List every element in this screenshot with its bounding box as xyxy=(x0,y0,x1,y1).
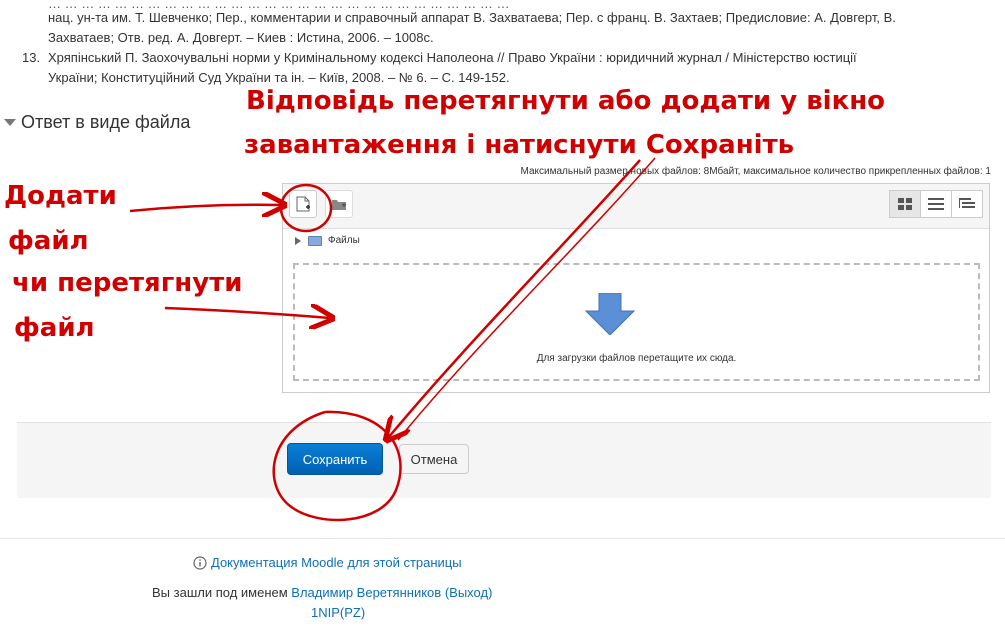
drag-file-arrow xyxy=(164,308,330,318)
add-file-circle xyxy=(279,183,333,233)
save-arrow-double xyxy=(397,157,656,441)
annotation-drawing xyxy=(129,157,656,522)
add-file-arrow xyxy=(129,205,282,211)
save-arrow xyxy=(388,159,641,438)
save-button-circle xyxy=(272,410,402,522)
